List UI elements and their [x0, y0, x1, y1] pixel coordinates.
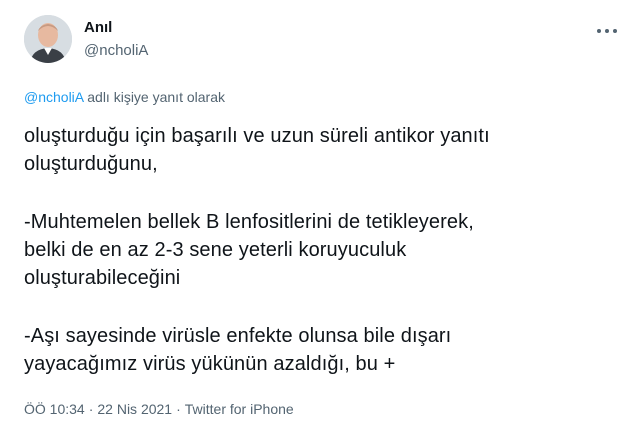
more-dot [605, 29, 609, 33]
meta-separator: · [88, 401, 94, 417]
body-line: -Muhtemelen bellek B lenfositlerini de t… [24, 211, 474, 233]
tweet-time[interactable]: ÖÖ 10:34 [24, 401, 85, 417]
author-name[interactable]: Anıl [84, 19, 112, 36]
tweet: Anıl @ncholiA @ncholiA adlı kişiye yanıt… [0, 0, 635, 432]
tweet-date[interactable]: 22 Nis 2021 [97, 401, 172, 417]
person-avatar-icon [24, 15, 72, 63]
body-line: -Aşı sayesinde virüsle enfekte olunsa bi… [24, 325, 452, 347]
body-line: oluşturduğu için başarılı ve uzun süreli… [24, 125, 490, 147]
body-line: oluşturduğunu, [24, 153, 158, 175]
more-dot [597, 29, 601, 33]
body-line: yayacağımız virüs yükünün azaldığı, bu + [24, 353, 396, 375]
reply-mention-link[interactable]: @ncholiA [24, 89, 83, 105]
more-dot [613, 29, 617, 33]
body-line: oluşturabileceğini [24, 267, 181, 289]
tweet-text: oluşturduğu için başarılı ve uzun süreli… [24, 122, 609, 378]
reply-context: @ncholiA adlı kişiye yanıt olarak [24, 89, 225, 105]
meta-separator: · [176, 401, 181, 417]
more-horizontal-icon[interactable] [596, 26, 618, 36]
tweet-meta: ÖÖ 10:34 · 22 Nis 2021 · Twitter for iPhone [24, 401, 294, 417]
tweet-source[interactable]: Twitter for iPhone [185, 401, 294, 417]
author-handle[interactable]: @ncholiA [84, 42, 148, 59]
body-line: belki de en az 2-3 sene yeterli koruyucu… [24, 239, 407, 261]
avatar[interactable] [24, 15, 72, 63]
reply-context-text: adlı kişiye yanıt olarak [83, 89, 225, 105]
